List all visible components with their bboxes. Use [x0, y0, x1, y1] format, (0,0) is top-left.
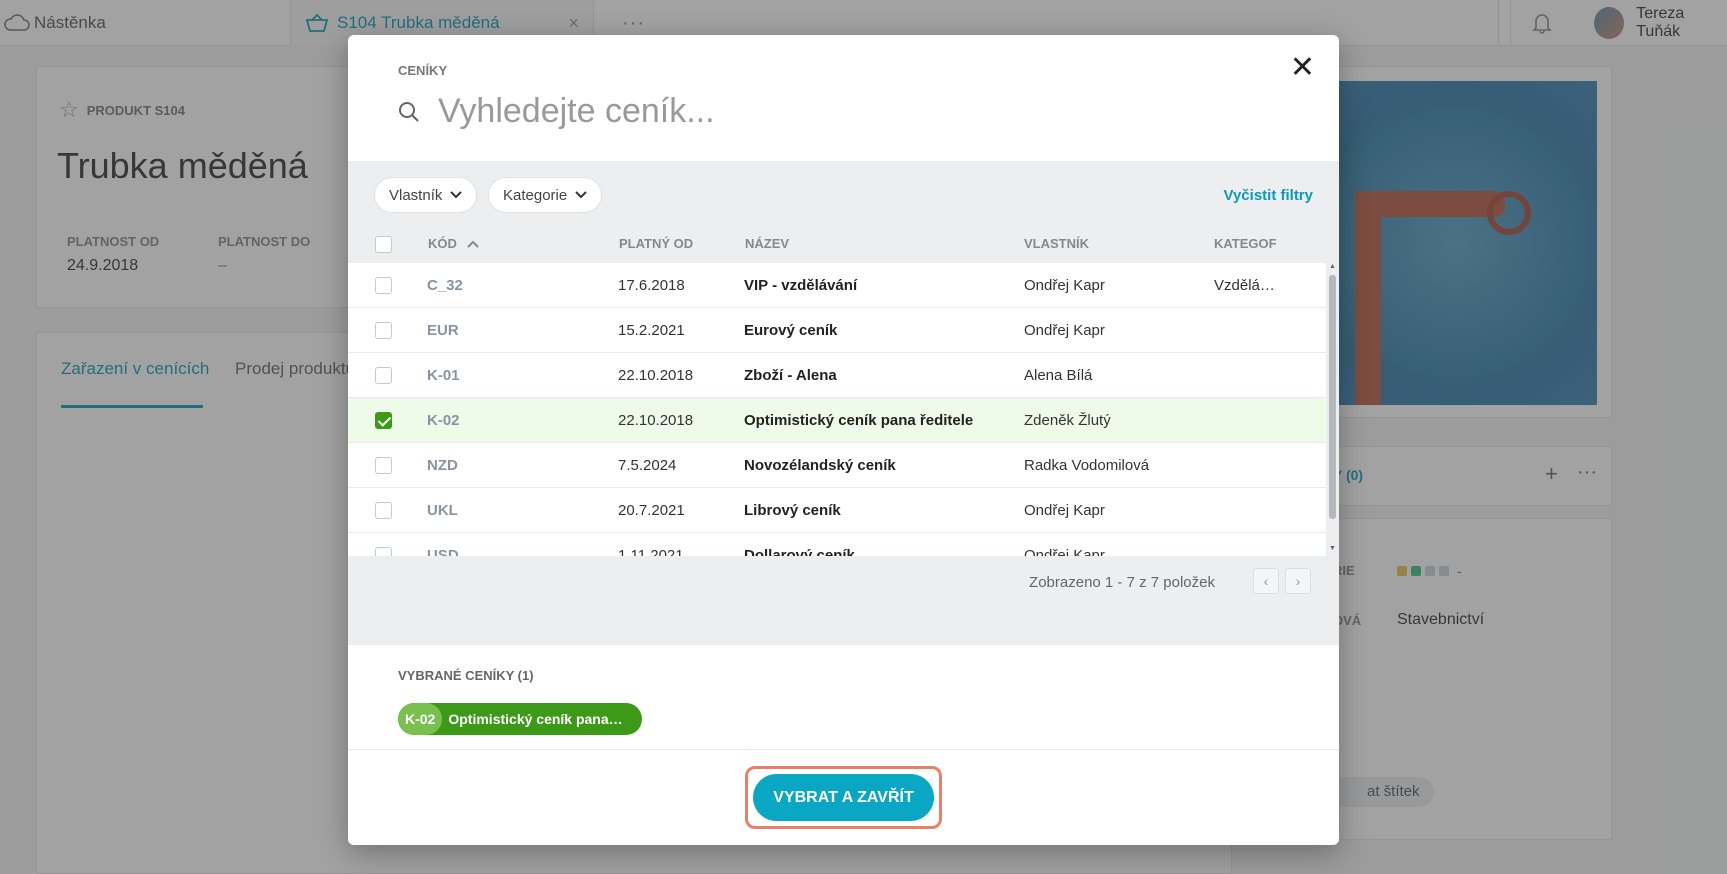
- table-scrollbar[interactable]: ▲ ▼: [1326, 263, 1339, 556]
- pagination-info: Zobrazeno 1 - 7 z 7 položek: [1029, 574, 1215, 591]
- cell-owner: Ondřej Kapr: [1024, 277, 1105, 294]
- select-and-close-button[interactable]: VYBRAT A ZAVŘÍT: [753, 774, 934, 821]
- sort-asc-icon: [467, 240, 479, 248]
- modal-section-label: CENÍKY: [398, 63, 448, 78]
- cell-valid-from: 17.6.2018: [618, 277, 685, 294]
- cell-owner: Ondřej Kapr: [1024, 547, 1105, 556]
- divider: [348, 749, 1339, 750]
- row-checkbox[interactable]: [375, 547, 392, 556]
- chevron-down-icon: [450, 188, 463, 202]
- selected-pricelist-chip[interactable]: K-02 Optimistický ceník pana ř…: [398, 703, 643, 735]
- search-icon: [399, 102, 419, 122]
- cell-code: NZD: [427, 457, 458, 474]
- chip-code: K-02: [398, 703, 443, 735]
- cell-valid-from: 15.2.2021: [618, 322, 685, 339]
- filter-owner-label: Vlastník: [389, 186, 443, 204]
- table-row[interactable]: UKL 20.7.2021 Librový ceník Ondřej Kapr: [348, 488, 1326, 533]
- pricelist-modal: CENÍKY ✕ Vlastník Kategorie Vyčistit fil…: [348, 35, 1339, 845]
- cell-valid-from: 22.10.2018: [618, 367, 694, 384]
- cell-name: Librový ceník: [744, 502, 841, 519]
- table-row[interactable]: USD 1.11.2021 Dollarový ceník Ondřej Kap…: [348, 533, 1326, 556]
- clear-filters-link[interactable]: Vyčistit filtry: [1224, 187, 1313, 204]
- table-row[interactable]: NZD 7.5.2024 Novozélandský ceník Radka V…: [348, 443, 1326, 488]
- scroll-down-icon[interactable]: ▼: [1329, 545, 1336, 552]
- cell-code: C_32: [427, 277, 463, 294]
- close-icon[interactable]: ✕: [1290, 53, 1315, 83]
- col-category-header[interactable]: KATEGOF: [1214, 236, 1277, 251]
- cell-name: Optimistický ceník pana ředitele: [744, 412, 974, 429]
- pricelist-table: C_32 17.6.2018 VIP - vzdělávání Ondřej K…: [348, 263, 1326, 556]
- row-checkbox[interactable]: [375, 367, 392, 384]
- table-row[interactable]: C_32 17.6.2018 VIP - vzdělávání Ondřej K…: [348, 263, 1326, 308]
- table-row[interactable]: EUR 15.2.2021 Eurový ceník Ondřej Kapr: [348, 308, 1326, 353]
- cell-valid-from: 7.5.2024: [618, 457, 677, 474]
- cell-valid-from: 20.7.2021: [618, 502, 685, 519]
- selected-pricelists-title: VYBRANÉ CENÍKY (1): [398, 668, 534, 683]
- row-checkbox[interactable]: [375, 502, 392, 519]
- next-page-button[interactable]: ›: [1285, 568, 1311, 594]
- table-row-selected[interactable]: K-02 22.10.2018 Optimistický ceník pana …: [348, 398, 1326, 443]
- cell-valid-from: 22.10.2018: [618, 412, 694, 429]
- select-all-checkbox[interactable]: [375, 236, 392, 253]
- filter-category[interactable]: Kategorie: [488, 177, 603, 213]
- table-row[interactable]: K-01 22.10.2018 Zboží - Alena Alena Bílá: [348, 353, 1326, 398]
- filter-owner[interactable]: Vlastník: [374, 177, 478, 213]
- cell-code: USD: [427, 547, 459, 556]
- row-checkbox[interactable]: [375, 322, 392, 339]
- cell-code: UKL: [427, 502, 458, 519]
- cell-owner: Radka Vodomilová: [1024, 457, 1150, 474]
- cell-name: VIP - vzdělávání: [744, 277, 858, 294]
- cell-name: Zboží - Alena: [744, 367, 837, 384]
- cell-owner: Zdeněk Žlutý: [1024, 412, 1111, 429]
- cell-code: K-02: [427, 412, 460, 429]
- cell-code: K-01: [427, 367, 460, 384]
- cell-name: Dollarový ceník: [744, 547, 855, 556]
- chevron-down-icon: [575, 188, 587, 202]
- filter-category-label: Kategorie: [503, 186, 568, 204]
- row-checkbox-checked[interactable]: [375, 412, 392, 429]
- cell-owner: Alena Bílá: [1024, 367, 1093, 384]
- prev-page-button[interactable]: ‹: [1253, 568, 1279, 594]
- col-name-header[interactable]: NÁZEV: [745, 236, 789, 251]
- scrollbar-thumb[interactable]: [1329, 275, 1336, 519]
- cell-code: EUR: [427, 322, 459, 339]
- row-checkbox[interactable]: [375, 457, 392, 474]
- col-owner-header[interactable]: VLASTNÍK: [1024, 236, 1089, 251]
- row-checkbox[interactable]: [375, 277, 392, 294]
- cell-name: Novozélandský ceník: [744, 457, 896, 474]
- cell-valid-from: 1.11.2021: [618, 547, 684, 556]
- scroll-up-icon[interactable]: ▲: [1329, 263, 1336, 270]
- col-code-label: KÓD: [428, 236, 457, 251]
- cell-owner: Ondřej Kapr: [1024, 502, 1105, 519]
- cell-owner: Ondřej Kapr: [1024, 322, 1105, 339]
- cell-category: Vzdělá…: [1214, 277, 1275, 294]
- search-input[interactable]: [438, 89, 1138, 133]
- chip-name: Optimistický ceník pana ř…: [448, 711, 632, 727]
- col-valid-from-header[interactable]: PLATNÝ OD: [619, 236, 693, 251]
- col-code-header[interactable]: KÓD: [428, 236, 479, 251]
- cell-name: Eurový ceník: [744, 322, 838, 339]
